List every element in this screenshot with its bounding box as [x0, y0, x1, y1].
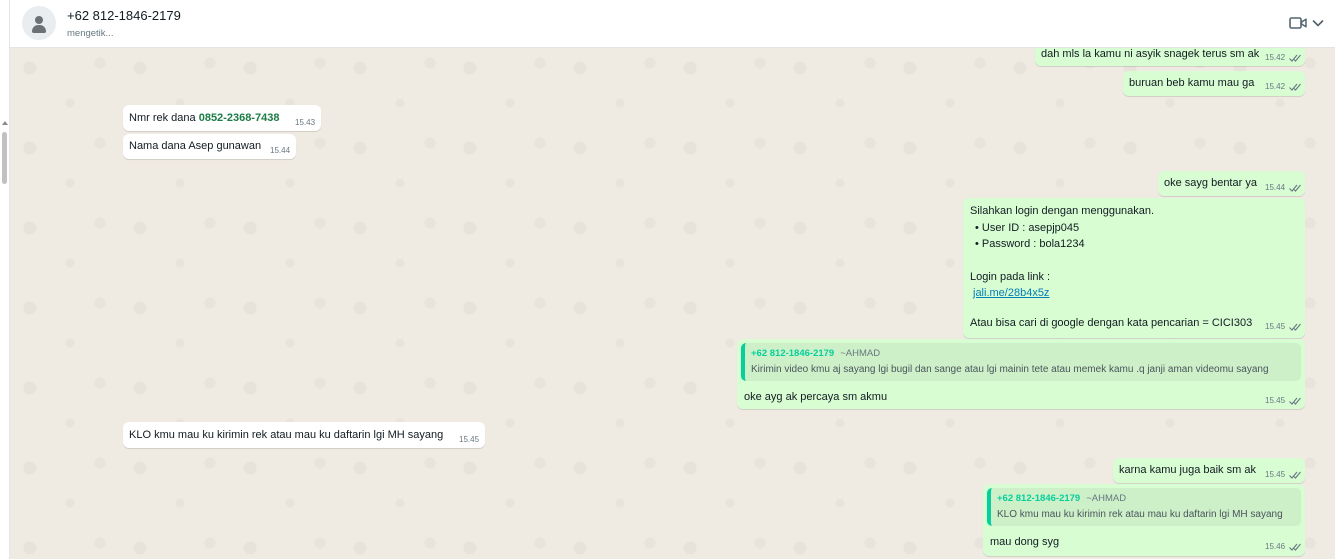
message-text: buruan beb kamu mau ga [1129, 77, 1255, 89]
quoted-message[interactable]: +62 812-1846-2179 ~AHMAD KLO kmu mau ku k… [987, 488, 1301, 526]
message-text-prefix: Nmr rek dana [129, 112, 199, 124]
message-line: Login pada link : [970, 271, 1051, 283]
whatsapp-chat-window: +62 812-1846-2179 mengetik... dah mls la… [0, 0, 1335, 559]
quote-header: +62 812-1846-2179 ~AHMAD [997, 493, 1126, 504]
quote-author: +62 812-1846-2179 [997, 493, 1081, 504]
contact-name[interactable]: +62 812-1846-2179 [67, 8, 181, 23]
message-time: 15.45 [459, 435, 480, 444]
message-bubble-outgoing[interactable]: dah mls la kamu ni asyik snagek terus sm… [1035, 48, 1305, 66]
chevron-down-icon[interactable] [1312, 18, 1324, 28]
quote-header: +62 812-1846-2179 ~AHMAD [751, 348, 880, 359]
quoted-message[interactable]: +62 812-1846-2179 ~AHMAD Kirimin video km… [741, 343, 1301, 381]
quote-author: +62 812-1846-2179 [751, 348, 835, 359]
message-time: 15.44 [1265, 183, 1286, 192]
message-text: Nmr rek dana 0852-2368-7438 [129, 112, 279, 124]
message-bubble-outgoing[interactable]: oke sayg bentar ya 15.44 [1158, 171, 1305, 196]
message-bubble-outgoing[interactable]: +62 812-1846-2179 ~AHMAD KLO kmu mau ku k… [983, 484, 1305, 556]
message-time: 15.43 [295, 118, 316, 127]
scroll-up-icon[interactable] [2, 121, 8, 125]
quote-text: Kirimin video kmu aj sayang lgi bugil da… [751, 364, 1269, 375]
message-bubble-incoming[interactable]: KLO kmu mau ku kirimin rek atau mau ku d… [123, 422, 485, 448]
message-bubble-incoming[interactable]: Nama dana Asep gunawan 15.44 [123, 134, 296, 159]
default-avatar-icon[interactable] [22, 6, 56, 40]
message-text: KLO kmu mau ku kirimin rek atau mau ku d… [129, 429, 444, 441]
message-text: oke sayg bentar ya [1164, 177, 1257, 189]
message-bubble-outgoing[interactable]: karna kamu juga baik sm ak 15.45 [1113, 458, 1305, 483]
double-check-icon [1289, 54, 1301, 62]
login-link[interactable]: jali.me/28b4x5z [973, 285, 1049, 301]
double-check-icon [1289, 543, 1301, 551]
message-text: mau dong syg [990, 536, 1060, 548]
message-bubble-outgoing[interactable]: Silahkan login dengan menggunakan. • Use… [963, 198, 1305, 338]
quote-alias: ~AHMAD [1086, 493, 1127, 504]
message-bubble-outgoing[interactable]: +62 812-1846-2179 ~AHMAD Kirimin video km… [737, 339, 1305, 409]
phone-number-highlight[interactable]: 0852-2368-7438 [199, 112, 280, 124]
double-check-icon [1289, 83, 1301, 91]
message-line: • Password : bola1234 [975, 238, 1085, 250]
scrollbar-thumb[interactable] [2, 132, 7, 184]
quote-alias: ~AHMAD [840, 348, 881, 359]
message-line: Silahkan login dengan menggunakan. [970, 205, 1155, 217]
message-time: 15.44 [270, 146, 291, 155]
message-text: karna kamu juga baik sm ak [1119, 464, 1256, 476]
message-time: 15.42 [1265, 82, 1286, 91]
message-line: Atau bisa cari di google dengan kata pen… [970, 317, 1253, 329]
message-text: dah mls la kamu ni asyik snagek terus sm… [1041, 48, 1260, 60]
message-time: 15.45 [1265, 396, 1286, 405]
message-time: 15.45 [1265, 322, 1286, 331]
double-check-icon [1289, 471, 1301, 479]
message-list[interactable]: dah mls la kamu ni asyik snagek terus sm… [10, 48, 1335, 559]
message-bubble-incoming[interactable]: Nmr rek dana 0852-2368-7438 15.43 [123, 105, 321, 131]
video-call-icon[interactable] [1289, 16, 1307, 30]
double-check-icon [1289, 184, 1301, 192]
chat-header: +62 812-1846-2179 mengetik... [10, 0, 1335, 48]
message-line: • User ID : asepjp045 [975, 222, 1080, 234]
typing-status: mengetik... [67, 28, 114, 39]
message-time: 15.42 [1265, 53, 1286, 62]
quote-text: KLO kmu mau ku kirimin rek atau mau ku d… [997, 509, 1283, 520]
message-time: 15.46 [1265, 542, 1286, 551]
message-text: Nama dana Asep gunawan [129, 140, 262, 152]
double-check-icon [1289, 397, 1301, 405]
message-time: 15.45 [1265, 470, 1286, 479]
scrollbar[interactable] [0, 0, 10, 559]
message-text: oke ayg ak percaya sm akmu [744, 391, 888, 403]
message-bubble-outgoing[interactable]: buruan beb kamu mau ga 15.42 [1123, 71, 1305, 96]
double-check-icon [1289, 323, 1301, 331]
